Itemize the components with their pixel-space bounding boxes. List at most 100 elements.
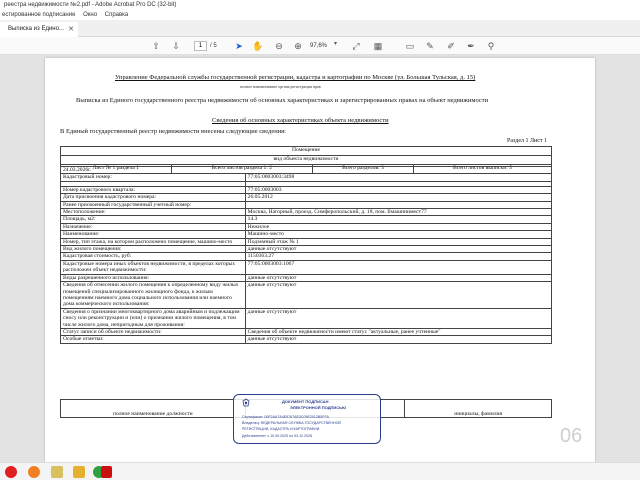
comment-icon[interactable]: ▭: [404, 40, 416, 52]
stamp-icon[interactable]: ⚲: [485, 40, 497, 52]
select-cursor-icon[interactable]: ➤: [233, 40, 245, 52]
page-number-input[interactable]: 1: [194, 41, 207, 51]
object-kind-label: вид объекта недвижимости: [60, 155, 552, 165]
table-row: Кадастровые номера иных объектов недвижи…: [60, 259, 553, 275]
zoom-level[interactable]: 97,6%: [310, 41, 334, 51]
table-row: Виды разрешенного использования: данные о…: [60, 273, 553, 283]
table-row: Сведения о признании многоквартирного до…: [60, 307, 553, 329]
row-label: Кадастровый номер:: [60, 173, 246, 182]
zoom-in-icon[interactable]: ⊕: [292, 40, 304, 52]
row-value: данные отсутствуют: [244, 335, 553, 344]
explorer-icon[interactable]: [51, 466, 63, 478]
position-caption: полное наименование должности: [60, 399, 246, 418]
row-value: данные отсутствуют: [244, 281, 553, 309]
row-value: 1150363.27: [244, 252, 553, 261]
row-value: 77:05:0003003:3498: [244, 173, 553, 182]
row-value: данные отсутствуют: [244, 245, 553, 254]
row-label: Статус записи об объекте недвижимости:: [60, 327, 246, 337]
stamp-owner: Владелец: ФЕДЕРАЛЬНАЯ СЛУЖБА ГОСУДАРСТВЕ…: [242, 421, 341, 425]
row-value: данные отсутствуют: [244, 273, 553, 283]
issuer-caption: полное наименование органа регистрации п…: [240, 84, 321, 89]
row-value: данные отсутствуют: [244, 307, 553, 329]
table-row: Статус записи об объекте недвижимости: Св…: [60, 327, 553, 337]
extract-title: Выписка из Единого государственного реес…: [76, 97, 489, 104]
sign-icon[interactable]: ✒: [465, 40, 477, 52]
object-type: Помещение: [60, 146, 552, 156]
table-row: Номер кадастрового квартала: 77:05:000300…: [60, 185, 553, 195]
menu-bar: естированное подписание Окно Справка: [0, 10, 640, 20]
row-value: [244, 200, 553, 210]
row-label: Назначение:: [60, 222, 246, 232]
row-value: 26.05.2012: [244, 193, 553, 202]
row-value: 77:05:0003003: [244, 185, 553, 195]
row-label: Ранее присвоенный государственный учетны…: [60, 200, 246, 210]
tab-document[interactable]: Выписка из Едино... ✕: [0, 22, 78, 37]
firefox-icon[interactable]: [28, 466, 40, 478]
stamp-owner-2: РЕГИСТРАЦИИ, КАДАСТРА И КАРТОГРАФИИ: [242, 427, 320, 431]
watermark: 06: [560, 425, 583, 447]
table-row: Кадастровый номер: 77:05:0003003:3498: [60, 173, 553, 182]
e-signature-stamp: ДОКУМЕНТ ПОДПИСАН ЭЛЕКТРОННОЙ ПОДПИСЬЮ С…: [233, 394, 381, 444]
acrobat-icon[interactable]: [101, 466, 112, 478]
folder-icon[interactable]: [73, 466, 85, 478]
menu-item-help[interactable]: Справка: [105, 12, 129, 18]
tab-label: Выписка из Едино...: [8, 26, 64, 32]
stamp-validity: Действителен: с 10.09.2025 по 03.12.2026: [242, 434, 313, 438]
table-row: Дата присвоения кадастрового номера: 26.0…: [60, 193, 553, 202]
table-row: Номер, тип этажа, на котором расположено…: [60, 237, 553, 247]
table-row: Вид жилого помещения: данные отсутствуют: [60, 245, 553, 254]
taskbar: [0, 462, 640, 480]
page-down-icon[interactable]: ⇩: [170, 40, 182, 52]
table-row: Ранее присвоенный государственный учетны…: [60, 200, 553, 210]
row-value: Машино-место: [244, 230, 553, 239]
row-label: Номер кадастрового квартала:: [60, 185, 246, 195]
row-label: Кадастровая стоимость, руб:: [60, 252, 246, 261]
row-label: Наименование:: [60, 230, 246, 239]
menu-item-signing[interactable]: естированное подписание: [2, 12, 75, 18]
row-label: Виды разрешенного использования:: [60, 273, 246, 283]
chevron-down-icon[interactable]: ▾: [334, 40, 337, 47]
row-label: Местоположение:: [60, 208, 246, 217]
row-label: Дата присвоения кадастрового номера:: [60, 193, 246, 202]
yandex-icon[interactable]: [5, 466, 17, 478]
table-row: Назначение: Нежилое: [60, 222, 553, 232]
row-label: Площадь, м2:: [60, 215, 246, 224]
highlight-icon[interactable]: ✐: [445, 40, 457, 52]
pen-icon[interactable]: ✎: [424, 40, 436, 52]
name-caption: инициалы, фамилия: [404, 399, 552, 418]
info-table: 24.03.2026г. Кадастровый номер: 77:05:000…: [60, 165, 553, 344]
hand-tool-icon[interactable]: ✋: [252, 40, 264, 52]
row-label: Особые отметки:: [60, 335, 246, 344]
table-row: Площадь, м2: 14.3: [60, 215, 553, 224]
row-label: Сведения об отнесении жилого помещения к…: [60, 281, 246, 309]
issuer-header: Управление Федеральной службы государств…: [115, 74, 476, 81]
zoom-out-icon[interactable]: ⊖: [273, 40, 285, 52]
section-title: Сведения об основных характеристиках объ…: [212, 117, 389, 124]
row-label: Вид жилого помещения:: [60, 245, 246, 254]
toolbar: ⇧ ⇩ 1 / 5 ➤ ✋ ⊖ ⊕ 97,6% ▾ ⤢ ▦ ▭ ✎ ✐ ✒ ⚲: [0, 37, 640, 55]
row-value: Сведения об объекте недвижимости имеют с…: [244, 327, 553, 337]
tab-bar: Выписка из Едино... ✕: [0, 20, 640, 37]
intro-text: В Единый государственный реестр недвижим…: [60, 128, 286, 135]
table-row: Наименование: Машино-место: [60, 230, 553, 239]
menu-item-window[interactable]: Окно: [83, 12, 97, 18]
table-row: Местоположение: Москва, Нагорный, проезд.…: [60, 208, 553, 217]
row-value: Подземный этаж № 1: [244, 237, 553, 247]
extract-date: 24.03.2026г.: [60, 165, 552, 175]
table-row: Особые отметки: данные отсутствуют: [60, 335, 553, 344]
page-total: / 5: [210, 43, 217, 49]
table-row: Сведения об отнесении жилого помещения к…: [60, 281, 553, 309]
row-label: Сведения о признании многоквартирного до…: [60, 307, 246, 329]
stamp-line-1: ДОКУМЕНТ ПОДПИСАН: [282, 399, 329, 404]
window-title: реестра недвижимости №2.pdf - Adobe Acro…: [0, 0, 640, 10]
section-number: Раздел 1 Лист 1: [507, 138, 548, 144]
row-value: 77:05:0003003:1067: [244, 259, 553, 275]
keyboard-icon[interactable]: ▦: [372, 40, 384, 52]
stamp-line-2: ЭЛЕКТРОННОЙ ПОДПИСЬЮ: [290, 405, 347, 410]
fit-page-icon[interactable]: ⤢: [350, 40, 362, 52]
row-value: Нежилое: [244, 222, 553, 232]
emblem-icon: [242, 398, 250, 407]
close-icon[interactable]: ✕: [68, 22, 74, 37]
row-value: 14.3: [244, 215, 553, 224]
page-up-icon[interactable]: ⇧: [150, 40, 162, 52]
